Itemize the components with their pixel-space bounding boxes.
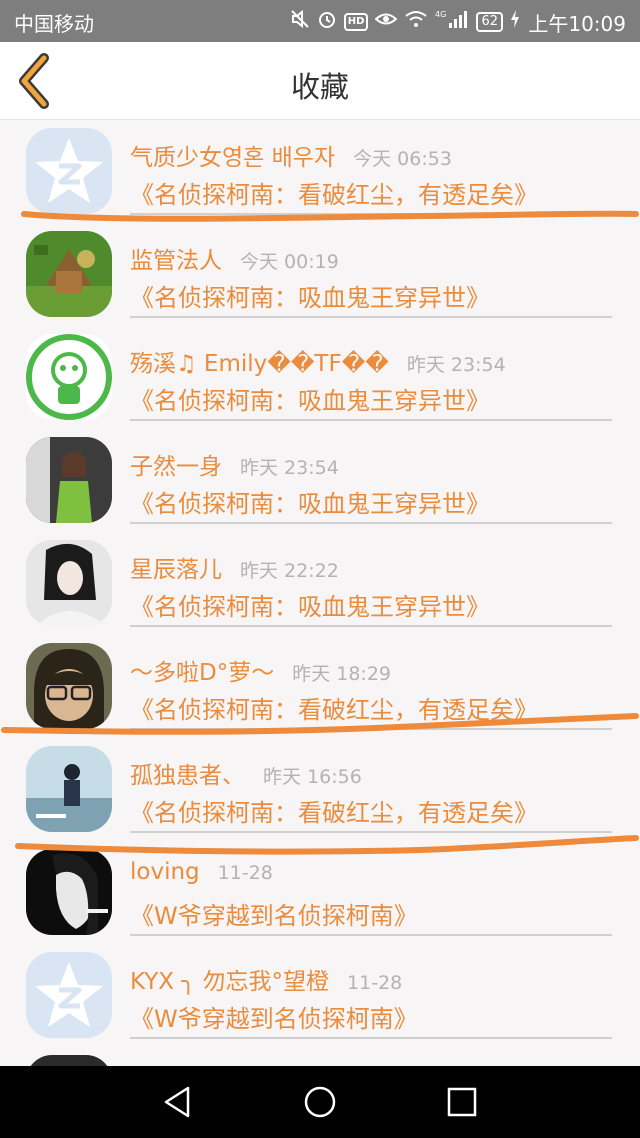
charging-icon <box>510 9 520 35</box>
nav-back-button[interactable] <box>158 1082 198 1122</box>
list-item[interactable]: 子然一身 昨天 23:54 《名侦探柯南：吸血鬼王穿异世》 <box>0 429 640 532</box>
list-item[interactable]: 气质少女영혼 배우자 今天 06:53 《名侦探柯南：看破红尘，有透足矣》 <box>0 120 640 223</box>
girl-glasses-avatar-icon <box>26 643 112 729</box>
item-time: 昨天 22:22 <box>240 560 339 582</box>
list-item[interactable]: 殇溪♫ Emily��TF�� 昨天 23:54 《名侦探柯南：吸血鬼王穿异世》 <box>0 326 640 429</box>
signal-icon: 4G <box>435 9 469 35</box>
bw-face-avatar-icon <box>26 849 112 935</box>
list-item[interactable]: ～多啦D°萝～ 昨天 18:29 《名侦探柯南：看破红尘，有透足矣》 <box>0 635 640 738</box>
girl-bw-avatar-icon <box>26 540 112 626</box>
divider <box>130 522 612 524</box>
item-title: 《名侦探柯南：看破红尘，有透足矣》 <box>130 799 538 827</box>
alarm-icon <box>317 9 337 35</box>
item-title: 《名侦探柯南：看破红尘，有透足矣》 <box>130 696 538 724</box>
divider <box>130 934 612 936</box>
item-title: 《W爷穿越到名侦探柯南》 <box>130 902 418 930</box>
item-name: 气质少女영혼 배우자 <box>130 145 336 171</box>
item-time: 昨天 23:54 <box>240 457 339 479</box>
favorites-list: 气质少女영혼 배우자 今天 06:53 《名侦探柯南：看破红尘，有透足矣》 监管法… <box>0 120 640 1066</box>
dark-avatar-icon <box>26 1055 112 1066</box>
nav-home-button[interactable] <box>300 1082 340 1122</box>
clock: 上午10:09 <box>528 12 626 36</box>
default-avatar-star-icon <box>26 128 112 214</box>
header: 收藏 <box>0 42 640 120</box>
item-title: 《名侦探柯南：吸血鬼王穿异世》 <box>130 284 490 312</box>
item-name: 监管法人 <box>130 248 222 274</box>
avatar <box>26 746 112 832</box>
item-time: 今天 00:19 <box>240 251 339 273</box>
navigation-bar <box>0 1066 640 1138</box>
network-label: 4G <box>435 10 446 19</box>
divider <box>130 316 612 318</box>
list-item[interactable]: 监管法人 今天 00:19 《名侦探柯南：吸血鬼王穿异世》 <box>0 223 640 326</box>
avatar <box>26 128 112 214</box>
item-title: 《名侦探柯南：吸血鬼王穿异世》 <box>130 593 490 621</box>
page-title: 收藏 <box>290 70 349 104</box>
divider <box>130 419 612 421</box>
avatar <box>26 643 112 729</box>
list-item[interactable]: loving 11-28 《W爷穿越到名侦探柯南》 <box>0 841 640 944</box>
divider <box>130 625 612 627</box>
item-time: 今天 06:53 <box>353 148 452 170</box>
game-art-avatar-icon <box>26 231 112 317</box>
item-title: 《W爷穿越到名侦探柯南》 <box>130 1005 418 1033</box>
girl-green-avatar-icon <box>26 437 112 523</box>
default-avatar-star-icon <box>26 952 112 1038</box>
status-icons: HD 4G 62 <box>290 9 520 35</box>
nav-recents-button[interactable] <box>442 1082 482 1122</box>
wifi-icon <box>404 9 428 35</box>
green-logo-avatar-icon <box>26 334 112 420</box>
item-title: 《名侦探柯南：看破红尘，有透足矣》 <box>130 181 538 209</box>
item-name: 子然一身 <box>130 454 222 480</box>
divider <box>130 728 612 730</box>
avatar <box>26 952 112 1038</box>
status-bar: 中国移动 HD 4G 62 上午10:09 <box>0 0 640 42</box>
eye-icon <box>374 9 398 35</box>
recents-square-icon <box>447 1087 477 1117</box>
back-triangle-icon <box>164 1086 190 1118</box>
carrier-label: 中国移动 <box>14 12 94 36</box>
item-time: 昨天 16:56 <box>263 766 362 788</box>
avatar <box>26 231 112 317</box>
item-time: 昨天 23:54 <box>406 354 506 376</box>
avatar <box>26 334 112 420</box>
avatar <box>26 437 112 523</box>
item-name: 殇溪♫ Emily��TF�� <box>130 351 389 377</box>
avatar <box>26 849 112 935</box>
divider <box>130 831 612 833</box>
list-item[interactable]: KYX ╮ 勿忘我°望橙 11-28 《W爷穿越到名侦探柯南》 <box>0 944 640 1047</box>
battery-level: 62 <box>481 14 498 29</box>
item-time: 11-28 <box>217 862 273 884</box>
item-title: 《名侦探柯南：吸血鬼王穿异世》 <box>130 490 490 518</box>
mute-icon <box>290 9 310 35</box>
avatar <box>26 540 112 626</box>
divider <box>130 213 612 215</box>
item-name: loving <box>130 859 200 885</box>
list-item[interactable]: 星辰落儿 昨天 22:22 《名侦探柯南：吸血鬼王穿异世》 <box>0 532 640 635</box>
list-item[interactable] <box>0 1047 640 1066</box>
person-scene-avatar-icon <box>26 746 112 832</box>
item-title: 《名侦探柯南：吸血鬼王穿异世》 <box>130 387 490 415</box>
item-name: KYX ╮ 勿忘我°望橙 <box>130 969 330 995</box>
item-time: 昨天 18:29 <box>292 663 392 685</box>
home-circle-icon <box>304 1086 336 1118</box>
list-item[interactable]: 孤独患者、 昨天 16:56 《名侦探柯南：看破红尘，有透足矣》 <box>0 738 640 841</box>
item-time: 11-28 <box>347 972 403 994</box>
divider <box>130 1037 612 1039</box>
avatar <box>26 1055 112 1066</box>
hd-icon: HD <box>343 13 369 31</box>
item-name: 孤独患者、 <box>130 763 245 789</box>
item-name: 星辰落儿 <box>130 557 222 583</box>
battery-icon: 62 <box>476 12 503 32</box>
item-name: ～多啦D°萝～ <box>130 660 275 686</box>
